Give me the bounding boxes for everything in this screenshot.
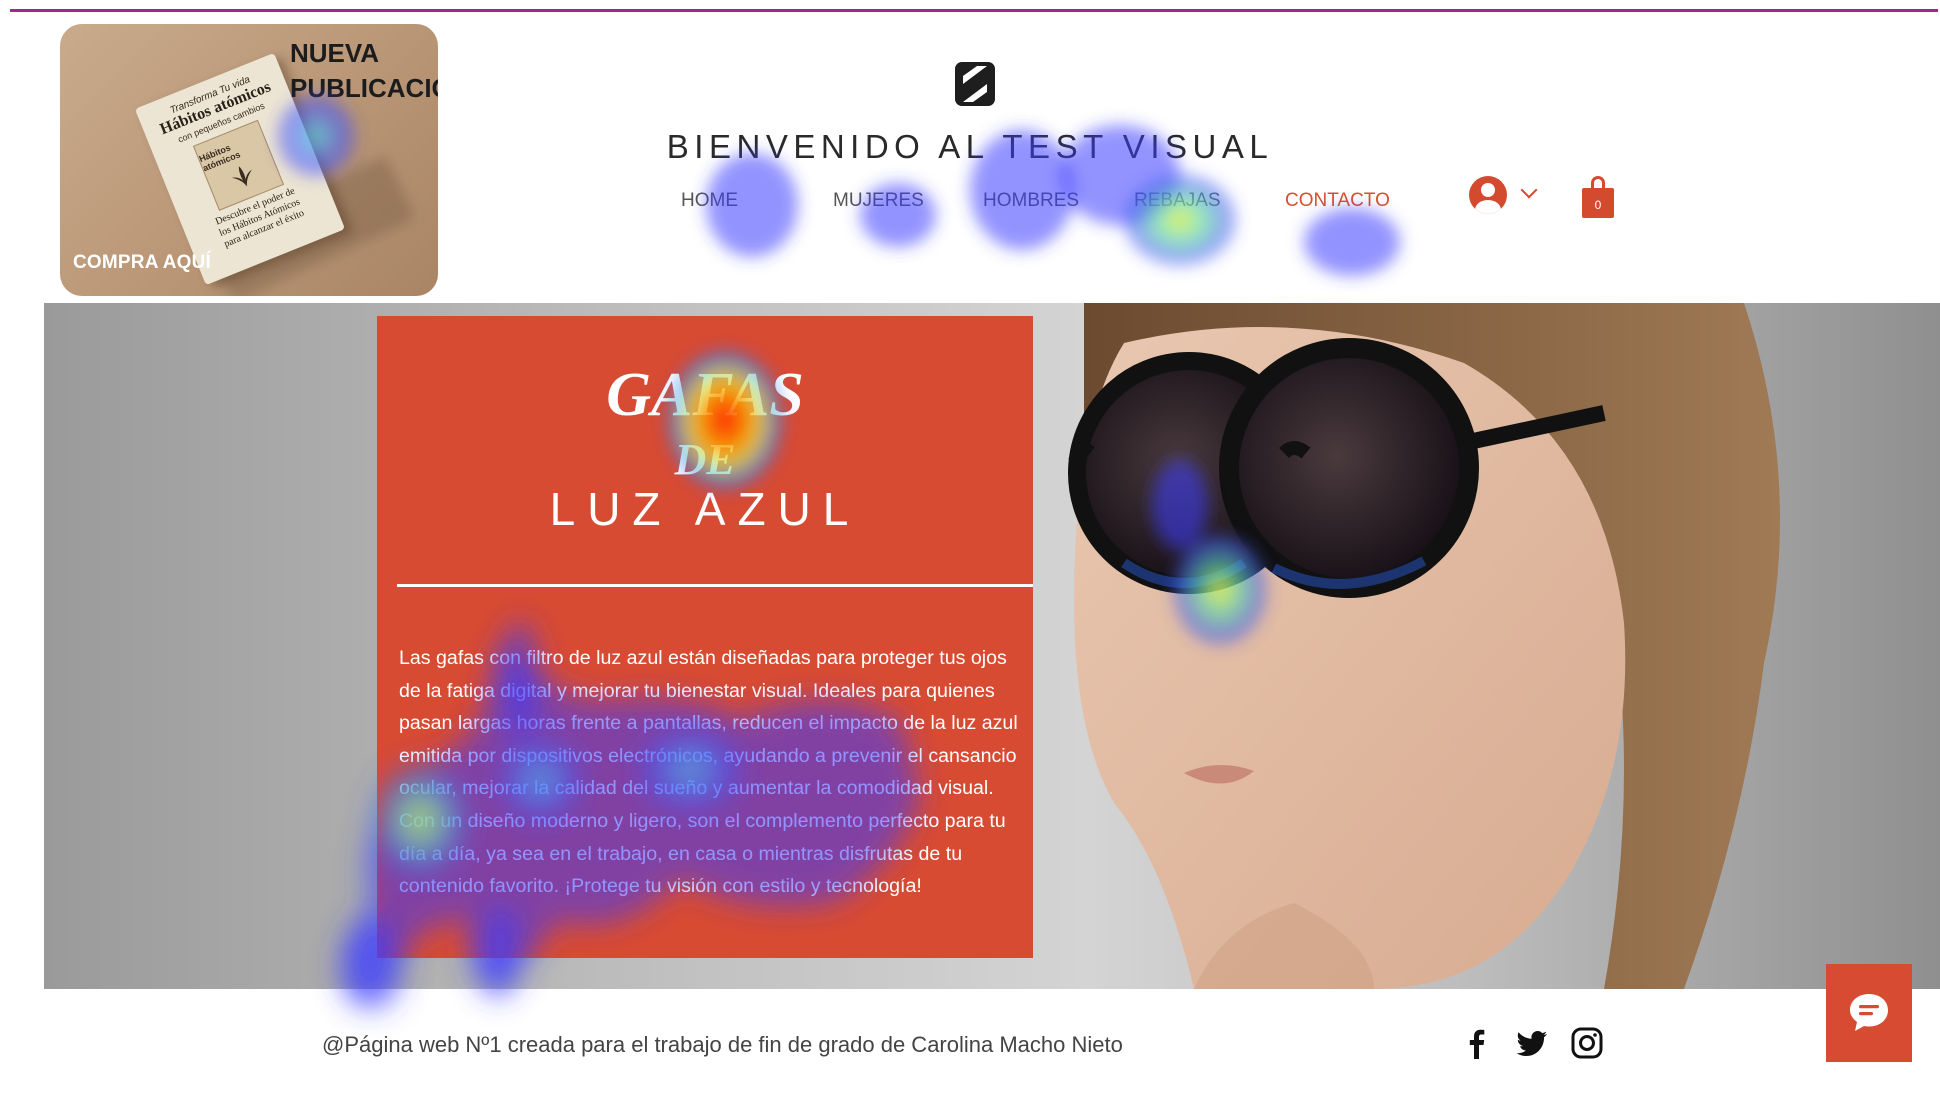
nav-item-home[interactable]: HOME bbox=[681, 190, 738, 212]
product-info-panel: GAFAS DE LUZ AZUL Las gafas con filtro d… bbox=[377, 316, 1033, 958]
nav-item-mujeres[interactable]: MUJERES bbox=[833, 190, 924, 212]
promo-heading: NUEVA PUBLICACIÓN bbox=[290, 36, 438, 106]
account-menu[interactable] bbox=[1469, 176, 1541, 220]
cart-button[interactable]: 0 bbox=[1582, 176, 1614, 218]
hero-title-gafas: GAFAS bbox=[606, 361, 804, 429]
hero-title-luz-azul: LUZ AZUL bbox=[549, 483, 861, 535]
site-logo-icon[interactable] bbox=[955, 62, 995, 106]
buy-now-link[interactable]: COMPRA AQUÍ bbox=[73, 252, 211, 274]
promo-heading-line1: NUEVA bbox=[290, 38, 380, 68]
panel-divider bbox=[397, 584, 1033, 587]
nav-item-contacto[interactable]: CONTACTO bbox=[1285, 190, 1390, 212]
promo-heading-line2: PUBLICACIÓN bbox=[290, 73, 438, 103]
nav-item-rebajas[interactable]: REBAJAS bbox=[1134, 190, 1221, 212]
hero-title-de: DE bbox=[674, 435, 736, 484]
nav-item-hombres[interactable]: HOMBRES bbox=[983, 190, 1079, 212]
plant-icon bbox=[231, 166, 253, 187]
promo-banner[interactable]: Transforma Tu vida Hábitos atómicos con … bbox=[60, 24, 438, 296]
instagram-icon[interactable] bbox=[1570, 1026, 1604, 1060]
facebook-icon[interactable] bbox=[1460, 1026, 1494, 1060]
chevron-down-icon bbox=[1520, 181, 1538, 199]
site-title: BIENVENIDO AL TEST VISUAL bbox=[666, 128, 1274, 165]
hero-description: Las gafas con filtro de luz azul están d… bbox=[399, 647, 1018, 898]
chat-bubble-icon bbox=[1850, 994, 1888, 1031]
footer-credit: @Página web Nº1 creada para el trabajo d… bbox=[322, 1032, 1123, 1057]
chat-widget-button[interactable] bbox=[1826, 964, 1912, 1062]
top-divider bbox=[10, 9, 1938, 12]
cart-count: 0 bbox=[1582, 188, 1614, 218]
user-avatar-icon bbox=[1469, 176, 1507, 214]
twitter-icon[interactable] bbox=[1515, 1026, 1549, 1060]
